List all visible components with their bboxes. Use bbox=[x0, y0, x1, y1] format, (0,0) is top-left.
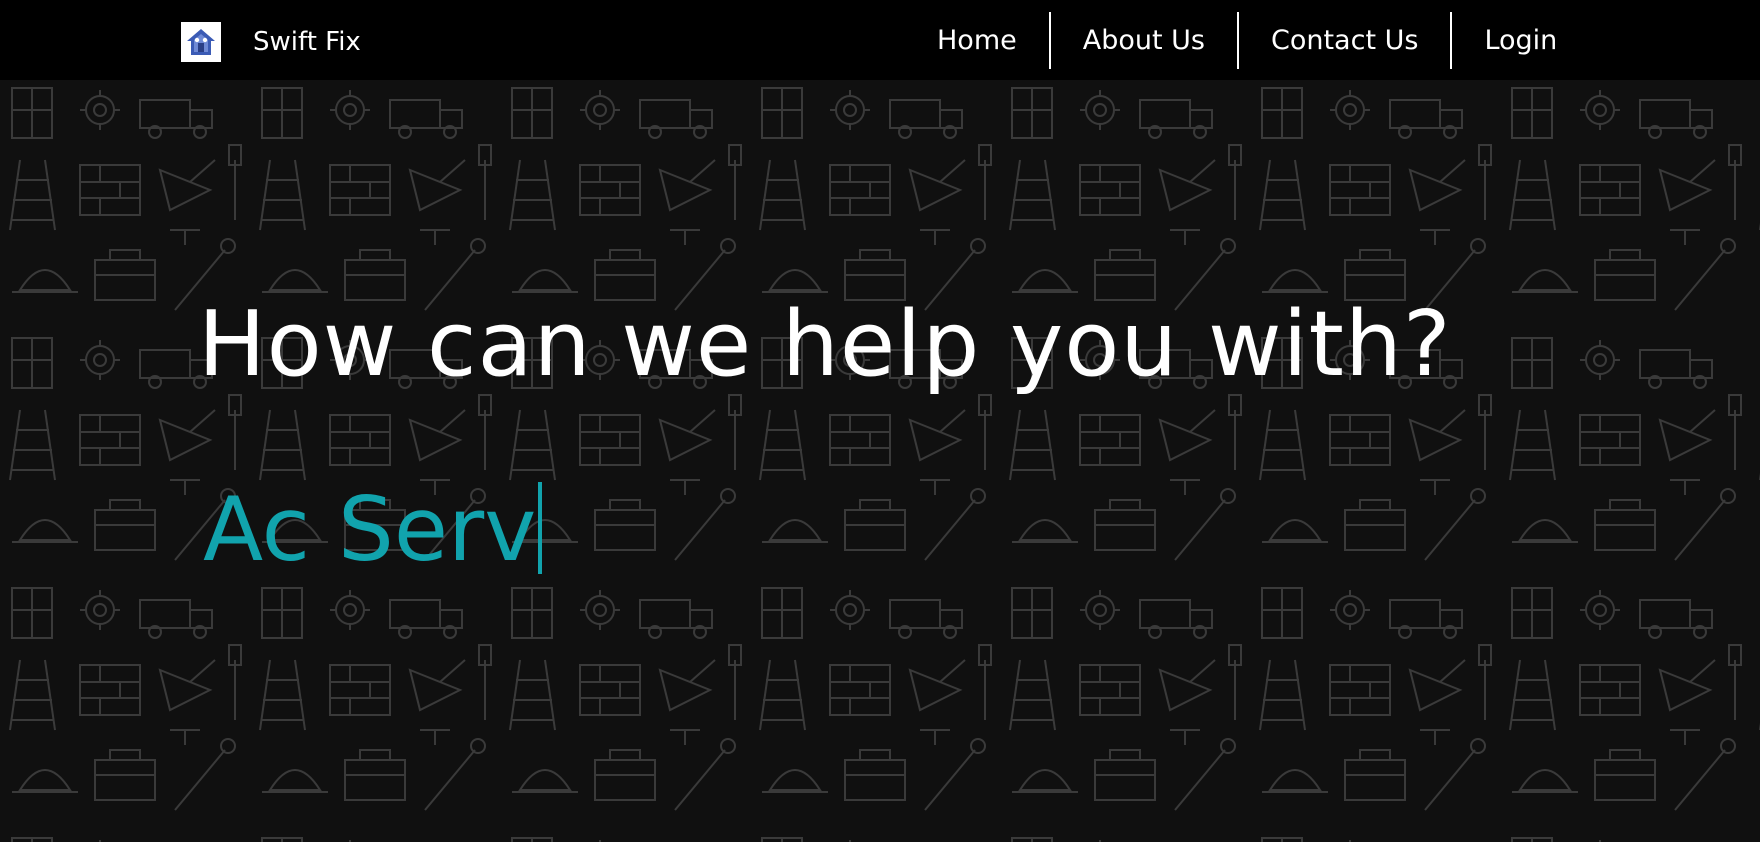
nav-home[interactable]: Home bbox=[905, 12, 1049, 69]
navbar: Swift Fix Home About Us Contact Us Login bbox=[0, 0, 1760, 80]
nav-login[interactable]: Login bbox=[1452, 12, 1589, 69]
construction-tools-pattern bbox=[0, 80, 1760, 842]
nav-contact-us[interactable]: Contact Us bbox=[1239, 12, 1450, 69]
nav-about-us[interactable]: About Us bbox=[1051, 12, 1237, 69]
typing-cursor bbox=[538, 482, 543, 574]
typed-text: Ac Serv bbox=[203, 478, 537, 581]
house-logo-icon[interactable] bbox=[181, 22, 221, 62]
hero-section: How can we help you with? Ac Serv bbox=[0, 80, 1760, 842]
hero-headline: How can we help you with? bbox=[198, 292, 1452, 397]
brand[interactable]: Swift Fix bbox=[181, 22, 361, 62]
brand-name[interactable]: Swift Fix bbox=[253, 27, 361, 57]
typed-service-text: Ac Serv bbox=[203, 475, 543, 585]
main-nav: Home About Us Contact Us Login bbox=[905, 12, 1589, 69]
